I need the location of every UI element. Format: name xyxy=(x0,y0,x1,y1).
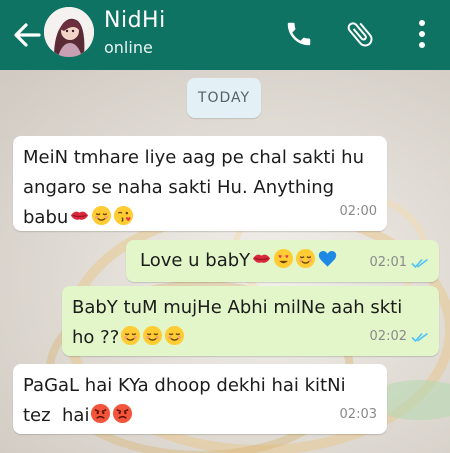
message-time: 02:00 xyxy=(340,197,377,227)
face-blowing-kiss-icon xyxy=(114,205,134,226)
relieved-face-icon xyxy=(121,325,141,346)
avatar[interactable] xyxy=(44,7,94,57)
message-timestamp: 02:03 xyxy=(339,407,377,422)
read-receipt-icon xyxy=(411,258,428,269)
message-timestamp: 02:02 xyxy=(369,329,407,344)
message-line: Love u babY xyxy=(140,250,251,271)
contact-name[interactable]: NidHi xyxy=(104,8,166,33)
back-arrow-icon[interactable] xyxy=(10,18,44,52)
message-line: ho ?? xyxy=(72,327,120,348)
blue-heart-icon xyxy=(318,250,337,267)
relieved-face-icon xyxy=(143,325,163,346)
message-text: PaGaL hai KYa dhoop dekhi hai kitNi tez … xyxy=(23,371,346,431)
message-line: PaGaL hai KYa dhoop dekhi hai kitNi xyxy=(23,375,346,396)
message-text: BabY tuM mujHe Abhi milNe aah skti ho ?? xyxy=(72,293,402,353)
message-bubble-incoming[interactable]: PaGaL hai KYa dhoop dekhi hai kitNi tez … xyxy=(13,364,387,434)
read-receipt-icon xyxy=(411,332,428,343)
relieved-face-icon xyxy=(92,205,112,226)
message-time: 02:03 xyxy=(340,400,377,430)
message-time: 02:01 xyxy=(370,248,429,278)
kiss-lips-icon xyxy=(71,211,89,220)
angry-face-icon xyxy=(91,403,111,424)
relieved-face-icon xyxy=(296,248,316,269)
message-text: Love u babY xyxy=(140,246,338,276)
contact-status: online xyxy=(104,38,153,57)
message-bubble-outgoing[interactable]: Love u babY 02:01 xyxy=(126,240,439,282)
phone-call-icon[interactable] xyxy=(284,19,314,49)
message-timestamp: 02:00 xyxy=(339,204,377,219)
message-line: angaro se naha sakti Hu. Anything xyxy=(23,177,335,198)
message-text: MeiN tmhare liye aag pe chal sakti hu an… xyxy=(23,143,364,233)
date-chip: TODAY xyxy=(187,78,261,118)
message-line: MeiN tmhare liye aag pe chal sakti hu xyxy=(23,147,364,168)
message-timestamp: 02:01 xyxy=(369,255,407,270)
message-bubble-incoming[interactable]: MeiN tmhare liye aag pe chal sakti hu an… xyxy=(13,136,387,231)
chat-header: NidHi online xyxy=(0,0,450,70)
message-line: tez hai xyxy=(23,405,90,426)
message-bubble-outgoing[interactable]: BabY tuM mujHe Abhi milNe aah skti ho ??… xyxy=(62,286,439,356)
angry-face-icon xyxy=(113,403,133,424)
relieved-face-icon xyxy=(165,325,185,346)
message-line: babu xyxy=(23,207,69,228)
more-vertical-icon[interactable] xyxy=(414,17,430,51)
paperclip-icon[interactable] xyxy=(344,16,376,52)
kiss-lips-icon xyxy=(253,254,271,263)
message-time: 02:02 xyxy=(370,322,429,352)
message-line: BabY tuM mujHe Abhi milNe aah skti xyxy=(72,297,403,318)
heart-eyes-face-icon xyxy=(274,248,294,269)
